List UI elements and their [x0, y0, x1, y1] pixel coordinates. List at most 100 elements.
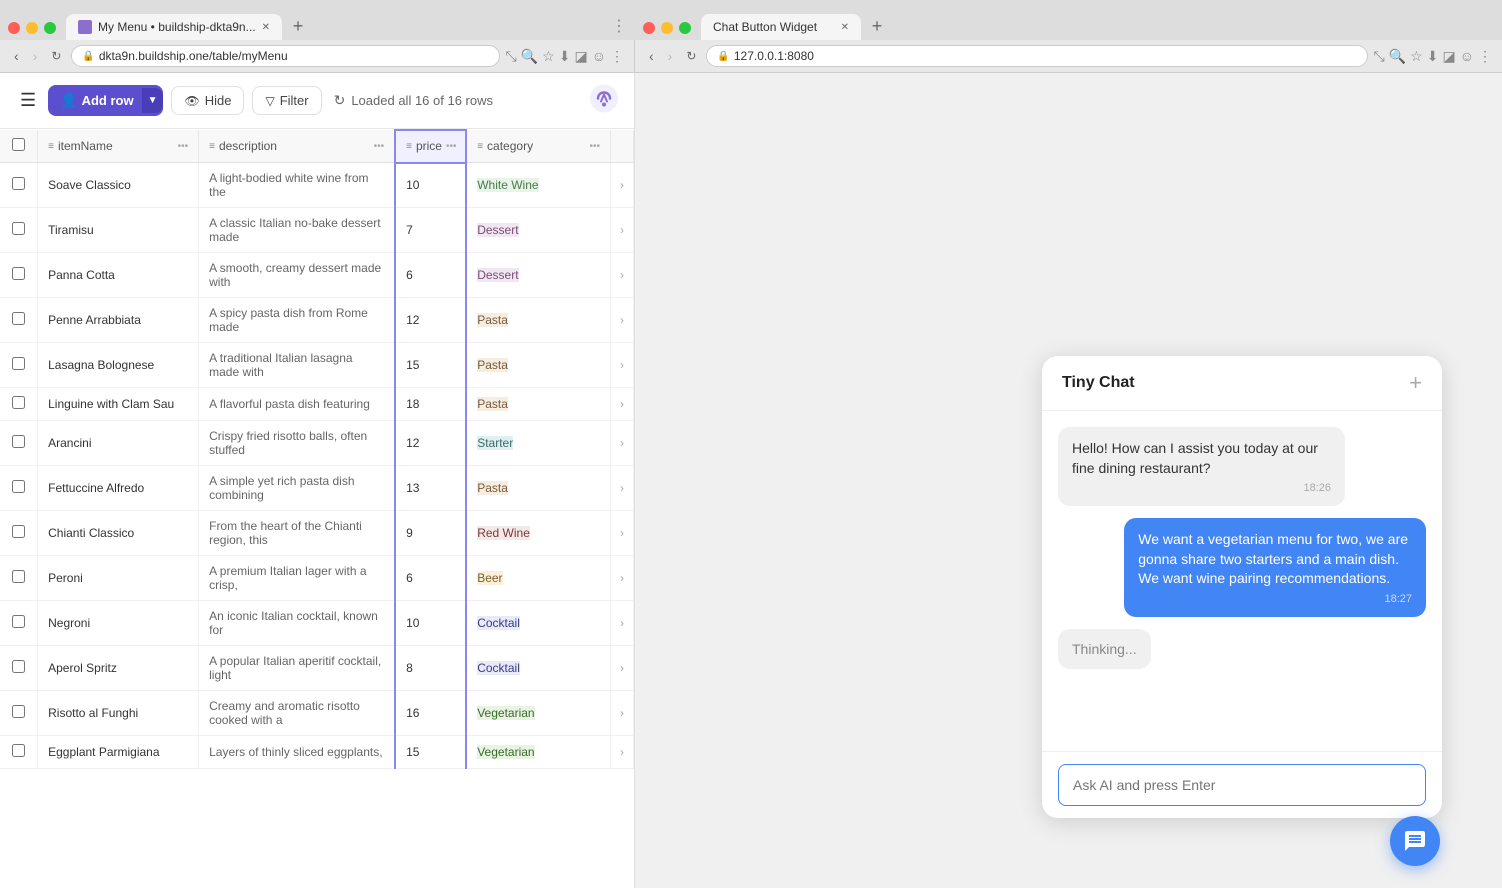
row-checkbox-input-11[interactable] — [12, 660, 25, 673]
itemname-col-header[interactable]: ≡ itemName ••• — [38, 130, 199, 163]
row-price-13: 15 — [395, 736, 466, 769]
reload-button[interactable]: ↻ — [47, 47, 65, 65]
user-message-1-text: We want a vegetarian menu for two, we ar… — [1138, 530, 1412, 589]
row-expand-1[interactable]: › — [610, 208, 633, 253]
select-all-checkbox[interactable] — [12, 138, 25, 151]
row-checkbox-input-6[interactable] — [12, 435, 25, 448]
right-reload-button[interactable]: ↻ — [682, 47, 700, 65]
row-expand-6[interactable]: › — [610, 421, 633, 466]
right-back-button[interactable]: ‹ — [645, 46, 658, 66]
row-checkbox-input-3[interactable] — [12, 312, 25, 325]
right-tab-close[interactable]: ✕ — [841, 22, 849, 33]
right-traffic-light-yellow[interactable] — [661, 22, 673, 34]
row-checkbox-9[interactable] — [0, 556, 38, 601]
add-row-dropdown-arrow[interactable]: ▼ — [142, 88, 164, 113]
row-checkbox-0[interactable] — [0, 163, 38, 208]
row-checkbox-12[interactable] — [0, 691, 38, 736]
right-forward-button[interactable]: › — [664, 46, 677, 66]
row-desc-2: A smooth, creamy dessert made with — [199, 253, 396, 298]
row-checkbox-7[interactable] — [0, 466, 38, 511]
category-col-menu[interactable]: ••• — [589, 141, 600, 152]
row-checkbox-input-4[interactable] — [12, 357, 25, 370]
row-expand-2[interactable]: › — [610, 253, 633, 298]
chat-fab-button[interactable] — [1390, 816, 1440, 866]
desc-col-menu[interactable]: ••• — [374, 141, 385, 152]
price-col-header[interactable]: ≡ price ••• — [395, 130, 466, 163]
row-checkbox-10[interactable] — [0, 601, 38, 646]
traffic-light-green[interactable] — [44, 22, 56, 34]
traffic-light-yellow[interactable] — [26, 22, 38, 34]
thinking-message: Thinking... — [1058, 629, 1151, 669]
table-row: Soave Classico A light-bodied white wine… — [0, 163, 634, 208]
row-checkbox-11[interactable] — [0, 646, 38, 691]
row-expand-7[interactable]: › — [610, 466, 633, 511]
row-checkbox-2[interactable] — [0, 253, 38, 298]
left-url-text: dkta9n.buildship.one/table/myMenu — [99, 49, 288, 63]
row-expand-13[interactable]: › — [610, 736, 633, 769]
row-expand-9[interactable]: › — [610, 556, 633, 601]
hamburger-button[interactable]: ☰ — [16, 86, 40, 115]
row-price-8: 9 — [395, 511, 466, 556]
filter-button[interactable]: ▽ Filter — [252, 86, 321, 115]
forward-button[interactable]: › — [29, 46, 42, 66]
row-expand-11[interactable]: › — [610, 646, 633, 691]
traffic-light-red[interactable] — [8, 22, 20, 34]
row-checkbox-input-5[interactable] — [12, 396, 25, 409]
row-checkbox-6[interactable] — [0, 421, 38, 466]
left-url-bar[interactable]: 🔒 dkta9n.buildship.one/table/myMenu — [71, 45, 499, 67]
row-checkbox-13[interactable] — [0, 736, 38, 769]
select-all-checkbox-header[interactable] — [0, 130, 38, 163]
row-checkbox-1[interactable] — [0, 208, 38, 253]
row-checkbox-input-7[interactable] — [12, 480, 25, 493]
chat-header: Tiny Chat + — [1042, 356, 1442, 411]
row-checkbox-input-12[interactable] — [12, 705, 25, 718]
category-col-header[interactable]: ≡ category ••• — [466, 130, 610, 163]
row-expand-8[interactable]: › — [610, 511, 633, 556]
right-url-bar[interactable]: 🔒 127.0.0.1:8080 — [706, 45, 1367, 67]
right-traffic-light-green[interactable] — [679, 22, 691, 34]
row-desc-0: A light-bodied white wine from the — [199, 163, 396, 208]
hide-button[interactable]: 👁 Hide — [171, 86, 244, 115]
row-expand-4[interactable]: › — [610, 343, 633, 388]
price-col-menu[interactable]: ••• — [446, 141, 457, 152]
right-tab-title: Chat Button Widget — [713, 20, 835, 34]
row-checkbox-input-1[interactable] — [12, 222, 25, 235]
table-row: Tiramisu A classic Italian no-bake desse… — [0, 208, 634, 253]
row-checkbox-4[interactable] — [0, 343, 38, 388]
row-category-13: Vegetarian — [466, 736, 610, 769]
row-checkbox-8[interactable] — [0, 511, 38, 556]
row-checkbox-input-13[interactable] — [12, 744, 25, 757]
row-expand-5[interactable]: › — [610, 388, 633, 421]
row-checkbox-input-0[interactable] — [12, 177, 25, 190]
hide-label: Hide — [205, 93, 232, 108]
row-expand-12[interactable]: › — [610, 691, 633, 736]
row-checkbox-input-8[interactable] — [12, 525, 25, 538]
row-checkbox-input-2[interactable] — [12, 267, 25, 280]
row-expand-3[interactable]: › — [610, 298, 633, 343]
table-row: Peroni A premium Italian lager with a cr… — [0, 556, 634, 601]
row-checkbox-5[interactable] — [0, 388, 38, 421]
category-badge-6: Starter — [477, 436, 513, 450]
description-col-header[interactable]: ≡ description ••• — [199, 130, 396, 163]
row-expand-0[interactable]: › — [610, 163, 633, 208]
row-price-5: 18 — [395, 388, 466, 421]
row-checkbox-input-10[interactable] — [12, 615, 25, 628]
table-row: Negroni An iconic Italian cocktail, know… — [0, 601, 634, 646]
left-tab-active[interactable]: My Menu • buildship-dkta9n... ✕ — [66, 14, 282, 40]
left-tab-add[interactable]: + — [286, 14, 310, 38]
table-row: Eggplant Parmigiana Layers of thinly sli… — [0, 736, 634, 769]
row-expand-10[interactable]: › — [610, 601, 633, 646]
left-tab-close[interactable]: ✕ — [262, 22, 270, 33]
right-traffic-light-red[interactable] — [643, 22, 655, 34]
category-col-label: category — [487, 139, 533, 153]
right-tab-active[interactable]: Chat Button Widget ✕ — [701, 14, 861, 40]
row-desc-5: A flavorful pasta dish featuring — [199, 388, 396, 421]
back-button[interactable]: ‹ — [10, 46, 23, 66]
right-tab-add[interactable]: + — [865, 14, 889, 38]
add-row-button[interactable]: 👤 Add row ▼ — [48, 85, 163, 116]
chat-input[interactable] — [1058, 764, 1426, 806]
row-checkbox-input-9[interactable] — [12, 570, 25, 583]
chat-add-button[interactable]: + — [1409, 372, 1422, 394]
row-checkbox-3[interactable] — [0, 298, 38, 343]
itemname-col-menu[interactable]: ••• — [178, 141, 189, 152]
